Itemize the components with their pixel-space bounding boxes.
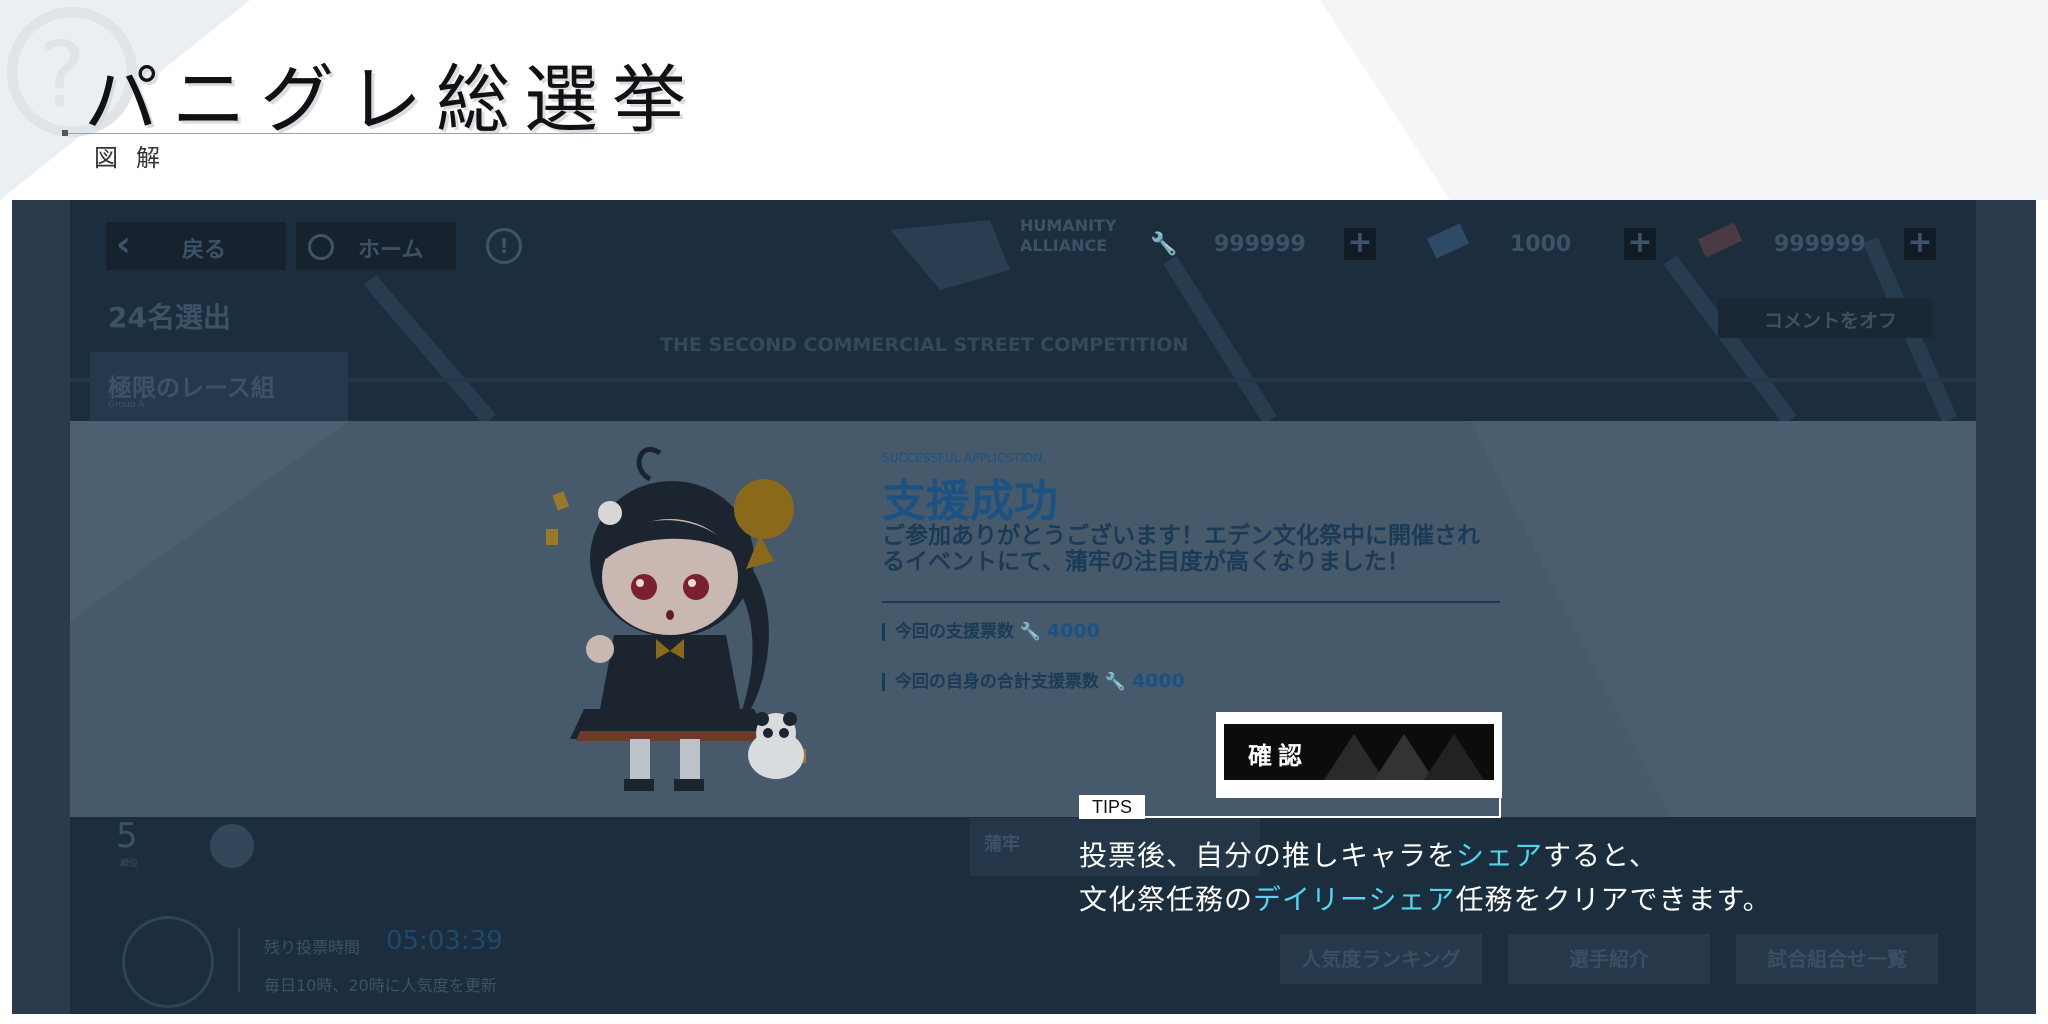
back-button[interactable]: ‹ 戻る — [106, 222, 286, 270]
add-currency-button[interactable]: + — [1904, 228, 1936, 260]
comment-off-label: コメントをオフ — [1764, 310, 1898, 332]
chevron-left-icon: ‹ — [116, 224, 131, 265]
confirm-label: 確認 — [1248, 742, 1308, 770]
tips-line-1: 投票後、自分の推しキャラをシェアすると、 — [1079, 834, 1658, 874]
tips-text: 文化祭任務の — [1079, 883, 1254, 916]
exclamation-circle-icon[interactable]: ! — [486, 228, 522, 264]
confirm-button-body: 確認 — [1224, 724, 1494, 780]
tips-line-2: 文化祭任務のデイリーシェア任務をクリアできます。 — [1079, 878, 1772, 918]
tips-text: すると、 — [1543, 839, 1658, 872]
match-list-button[interactable]: 試合組合せ一覧 — [1736, 934, 1938, 984]
total-support-votes-value: 4000 — [1131, 670, 1185, 692]
remaining-vote-label: 残り投票時間 — [264, 938, 361, 957]
confirm-button[interactable]: 確認 — [1216, 712, 1502, 798]
currency-value: 1000 — [1510, 232, 1572, 257]
dialog-message: ご参加ありがとうございます！エデン文化祭中に開催されるイベントにて、蒲牢の注目度… — [882, 523, 1480, 575]
currency-value: 999999 — [1774, 232, 1866, 257]
wrench-icon: 🔧 — [1104, 672, 1127, 692]
character-name: 蒲牢 — [984, 834, 1020, 855]
back-label: 戻る — [182, 238, 227, 263]
tips-highlight: シェア — [1456, 839, 1544, 872]
dialog-divider — [882, 601, 1500, 603]
currency-value: 999999 — [1214, 232, 1306, 257]
vote-update-note: 毎日10時、20時に人気度を更新 — [264, 976, 497, 995]
popularity-ranking-button[interactable]: 人気度ランキング — [1280, 934, 1482, 984]
emblem-icon — [122, 916, 214, 1008]
dialog-small-title: SUCCESSFUL APPLICSTION — [882, 451, 1043, 465]
tips-text: 投票後、自分の推しキャラを — [1079, 839, 1457, 872]
add-currency-button[interactable]: + — [1344, 228, 1376, 260]
tips-text: 任務をクリアできます。 — [1455, 883, 1772, 916]
page-subtitle: 図解 — [94, 144, 178, 172]
brand-line1: HUMANITY — [1020, 216, 1117, 235]
title-dot — [62, 130, 68, 136]
support-success-dialog: SUCCESSFUL APPLICSTION 支援成功 ご参加ありがとうございま… — [70, 421, 1976, 817]
page-title: パニグレ総選挙 — [84, 57, 700, 143]
rank-value: 5 — [116, 816, 138, 856]
title-underline — [64, 133, 640, 134]
support-votes-label: 今回の支援票数 — [894, 622, 1014, 642]
player-intro-button[interactable]: 選手紹介 — [1508, 934, 1710, 984]
rank-label: 順位 — [120, 859, 139, 869]
dialog-title: 支援成功 — [882, 476, 1058, 527]
wrench-icon: 🔧 — [1019, 622, 1042, 642]
competitors-heading: 24名選出 — [108, 301, 231, 334]
vote-divider — [238, 928, 240, 992]
character-chibi-image — [546, 446, 806, 791]
svg-text:?: ? — [38, 23, 86, 128]
group-sub: Group A — [108, 400, 145, 410]
home-button[interactable]: ホーム — [296, 222, 456, 270]
row-marker — [882, 673, 885, 691]
support-votes-row: 今回の支援票数 🔧 4000 — [882, 617, 1100, 642]
add-currency-button[interactable]: + — [1624, 228, 1656, 260]
brand-line2: ALLIANCE — [1020, 236, 1108, 255]
home-circle-icon — [308, 234, 334, 260]
total-support-votes-label: 今回の自身の合計支援票数 — [894, 672, 1099, 692]
row-marker — [882, 623, 885, 641]
support-votes-value: 4000 — [1046, 620, 1100, 642]
wrench-icon: 🔧 — [1150, 232, 1178, 257]
comment-off-button[interactable]: コメントをオフ — [1718, 298, 1932, 338]
avatar — [210, 824, 254, 868]
competition-subtitle: THE SECOND COMMERCIAL STREET COMPETITION — [660, 334, 1189, 356]
tips-line-right — [1499, 793, 1501, 818]
group-label: 極限のレース組 — [108, 374, 275, 402]
tips-line — [1079, 816, 1501, 818]
tips-highlight: デイリーシェア — [1253, 883, 1456, 916]
remaining-vote-time: 05:03:39 — [386, 926, 503, 956]
total-support-votes-row: 今回の自身の合計支援票数 🔧 4000 — [882, 667, 1185, 692]
group-selector[interactable]: 極限のレース組 Group A — [90, 352, 348, 422]
home-label: ホーム — [358, 238, 424, 263]
